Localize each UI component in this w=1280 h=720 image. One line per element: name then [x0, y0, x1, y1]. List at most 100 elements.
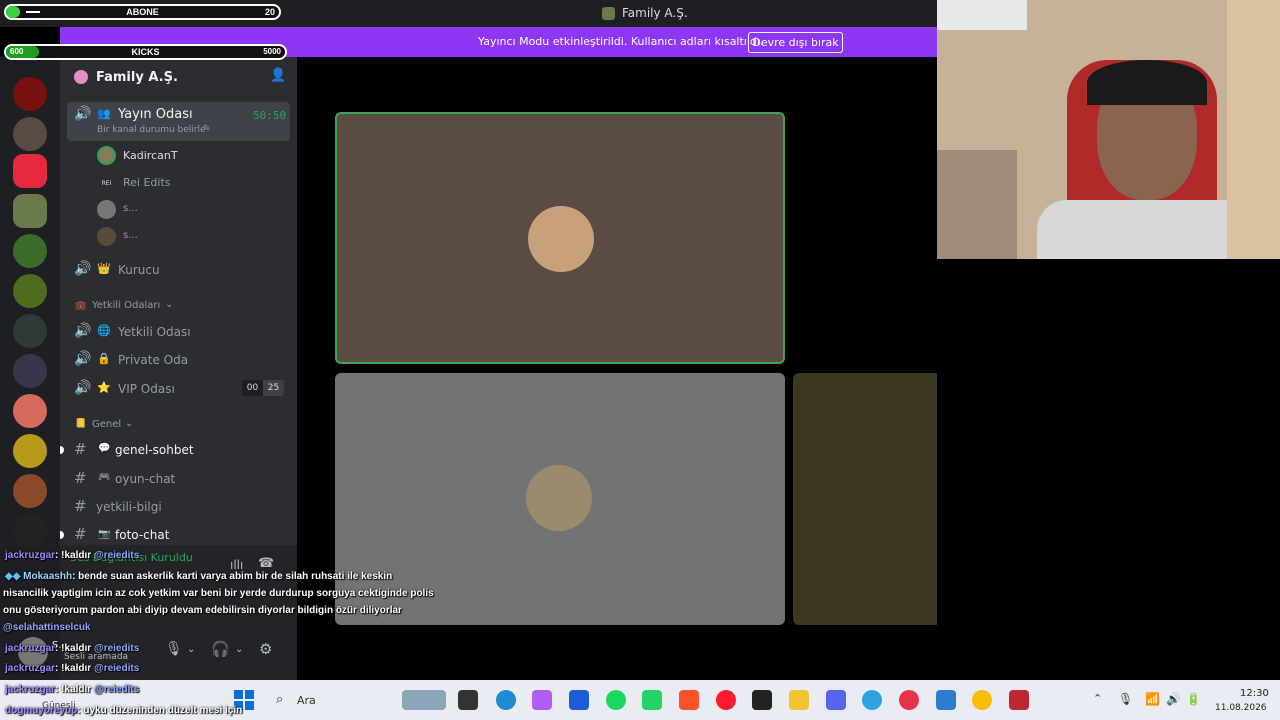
streamer-webcam [937, 0, 1280, 259]
category-icon: 💼 [75, 301, 87, 311]
chevron-up-icon[interactable]: ⌃ [1093, 692, 1102, 705]
voice-member[interactable]: Rei Edits [123, 176, 171, 189]
server-icon[interactable] [13, 434, 47, 468]
badge-icon: ◆◆ [5, 571, 21, 582]
couch [937, 150, 1017, 259]
wifi-icon[interactable]: 📶 [1145, 692, 1160, 706]
pencil-icon[interactable]: ✎ [203, 124, 211, 134]
clock-time[interactable]: 12:30 [1240, 688, 1269, 699]
taskbar-search[interactable]: Ara [297, 694, 316, 707]
app-icon[interactable] [936, 690, 956, 710]
brave-icon[interactable] [679, 690, 699, 710]
whatsapp-icon[interactable] [642, 690, 662, 710]
settings-gear-icon[interactable]: ⚙ [259, 640, 272, 658]
chat-text: : !kaldır [55, 663, 94, 674]
chat-message: jackruzgar: !kaldır @reiedits [5, 643, 139, 654]
avatar [97, 227, 116, 246]
kicks-goal-bar: 600 KICKS 5000 [4, 44, 287, 60]
chevron-down-icon[interactable]: ⌄ [165, 68, 174, 81]
clock-date[interactable]: 11.08.2026 [1215, 703, 1267, 713]
chat-username: dogmuyoreyup [5, 705, 78, 716]
channel-foto-chat[interactable]: foto-chat [115, 528, 169, 542]
chat-message: jackruzgar: !kaldır @reiedits [5, 663, 139, 674]
server-icon[interactable] [13, 354, 47, 388]
channel-private-oda[interactable]: Private Oda [118, 353, 188, 367]
chat-username: Mokaashh [23, 571, 73, 582]
battery-icon[interactable]: 🔋 [1186, 692, 1201, 706]
search-icon[interactable]: ⌕ [276, 692, 283, 707]
voice-member[interactable]: s... [123, 230, 138, 241]
server-icon-active[interactable] [13, 194, 47, 228]
server-icon[interactable] [13, 154, 47, 188]
chat-username: jackruzgar [5, 643, 56, 654]
spotify-icon[interactable] [606, 690, 626, 710]
voice-member[interactable]: KadircanT [123, 149, 178, 162]
opera-gx-icon[interactable] [899, 690, 919, 710]
disable-streamer-mode-button[interactable]: Devre dışı bırak [748, 32, 843, 53]
chat-message: jackruzgar: !kaldır @reiedits [5, 684, 139, 695]
participant-tile-speaking[interactable] [335, 112, 785, 364]
chevron-down-icon[interactable]: ⌄ [187, 644, 195, 655]
speech-icon: 💬 [98, 443, 111, 454]
category-yetkili[interactable]: Yetkili Odaları [92, 300, 160, 311]
banner-text: Yayıncı Modu etkinleştirildi. Kullanıcı … [478, 35, 764, 48]
microphone-icon[interactable]: 🎙 [1118, 692, 1133, 706]
chevron-down-icon[interactable]: ⌄ [165, 299, 173, 310]
speaker-icon: 🔊 [74, 106, 92, 122]
server-icon[interactable] [13, 314, 47, 348]
chat-message-cont: nisancilik yaptigim icin az cok yetkim v… [3, 588, 434, 599]
task-view-icon[interactable] [458, 690, 478, 710]
app-icon[interactable] [569, 690, 589, 710]
chat-message-cont: @selahattinselcuk [3, 622, 91, 633]
crown-icon: 👑 [97, 262, 111, 275]
app-icon[interactable] [1009, 690, 1029, 710]
chat-text: : bende suan askerlik karti varya abim b… [72, 571, 393, 582]
chat-username: jackruzgar [5, 550, 56, 561]
channel-status[interactable]: Bir kanal durumu belirle [97, 125, 206, 135]
channel-genel-sohbet[interactable]: genel-sohbet [115, 443, 194, 457]
channel-yetkili-bilgi[interactable]: yetkili-bilgi [96, 500, 162, 514]
server-icon[interactable] [13, 514, 47, 548]
headphones-icon[interactable]: 🎧 [211, 640, 230, 658]
chat-message: ◆◆ Mokaashh: bende suan askerlik karti v… [5, 571, 392, 582]
server-icon[interactable] [13, 474, 47, 508]
category-genel[interactable]: Genel [92, 419, 121, 430]
server-icon[interactable] [13, 77, 47, 111]
server-list [0, 57, 60, 680]
opera-icon[interactable] [716, 690, 736, 710]
server-icon[interactable] [13, 117, 47, 151]
server-icon[interactable] [13, 274, 47, 308]
voice-timer: 50:50 [253, 109, 287, 122]
edge-icon[interactable] [496, 690, 516, 710]
avatar [526, 465, 592, 531]
add-member-icon[interactable]: 👤 [270, 68, 286, 83]
volume-icon[interactable]: 🔊 [1166, 692, 1181, 706]
noise-suppression-icon[interactable]: ıllı [230, 558, 243, 572]
chevron-down-icon[interactable]: ⌄ [125, 418, 133, 429]
globe-icon: 🌐 [97, 324, 111, 337]
goal-label: KICKS [131, 47, 160, 57]
microphone-icon[interactable]: 🎙 [165, 641, 183, 657]
channel-oyun-chat[interactable]: oyun-chat [115, 472, 175, 486]
disconnect-icon[interactable]: ☎ [258, 556, 274, 571]
server-avatar-icon [74, 70, 88, 84]
file-explorer-icon[interactable] [789, 690, 809, 710]
gamepad-icon: 🎮 [98, 472, 111, 483]
camera-icon: 📷 [98, 529, 111, 540]
channel-vip-odasi[interactable]: VIP Odası [118, 382, 175, 396]
channel-yetkili-odasi[interactable]: Yetkili Odası [118, 325, 191, 339]
server-icon[interactable] [13, 234, 47, 268]
chat-mention: @reiedits [93, 663, 140, 674]
hair [1087, 60, 1207, 105]
chat-username: jackruzgar [5, 663, 56, 674]
server-icon[interactable] [13, 394, 47, 428]
discord-icon[interactable] [826, 690, 846, 710]
search-highlight-image[interactable] [402, 690, 446, 710]
chevron-down-icon[interactable]: ⌄ [235, 644, 243, 655]
game-app-icon[interactable] [752, 690, 772, 710]
channel-kurucu[interactable]: Kurucu [118, 263, 160, 277]
chrome-icon[interactable] [972, 690, 992, 710]
voice-member[interactable]: s... [123, 203, 138, 214]
copilot-icon[interactable] [532, 690, 552, 710]
telegram-icon[interactable] [862, 690, 882, 710]
